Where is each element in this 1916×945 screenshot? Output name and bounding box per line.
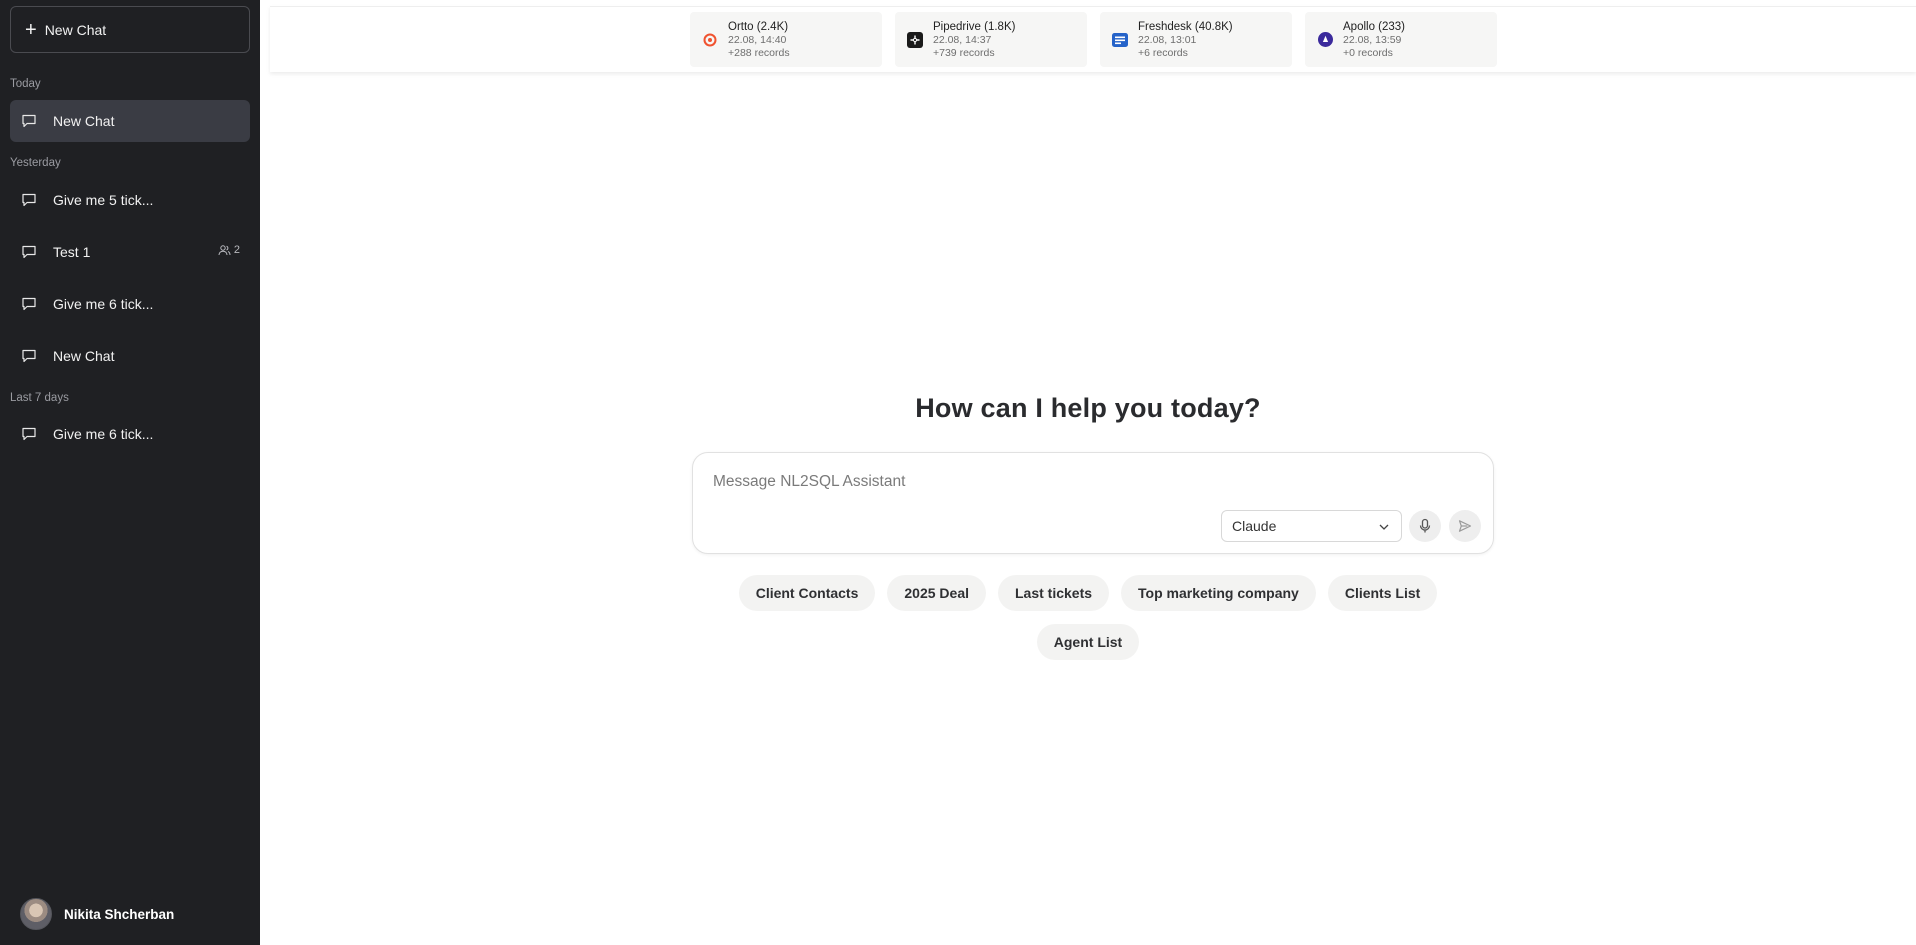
new-chat-button[interactable]: + New Chat xyxy=(10,6,250,53)
chat-item-label: New Chat xyxy=(53,113,115,129)
suggestion-chips-row-2: Agent List xyxy=(260,624,1916,660)
source-card-freshdesk[interactable]: Freshdesk (40.8K) 22.08, 13:01 +6 record… xyxy=(1100,12,1292,67)
chat-item-label: Test 1 xyxy=(53,244,91,260)
shared-users-badge: 2 xyxy=(218,244,240,256)
chat-item-label: Give me 6 tick... xyxy=(53,296,154,312)
send-icon xyxy=(1458,520,1472,532)
suggestion-chips: Client Contacts 2025 Deal Last tickets T… xyxy=(260,575,1916,611)
freshdesk-icon xyxy=(1112,32,1128,48)
chat-item[interactable]: New Chat xyxy=(10,335,250,377)
model-select[interactable]: Claude xyxy=(1221,510,1402,542)
page-title: How can I help you today? xyxy=(915,393,1261,423)
source-records: +0 records xyxy=(1343,46,1393,59)
chat-bubble-icon xyxy=(21,191,39,209)
source-card-ortto[interactable]: Ortto (2.4K) 22.08, 14:40 +288 records xyxy=(690,12,882,67)
chat-bubble-icon xyxy=(21,112,39,130)
chat-bubble-icon xyxy=(21,347,39,365)
ortto-icon xyxy=(702,32,718,48)
source-records: +739 records xyxy=(933,46,995,59)
suggestion-chip[interactable]: Clients List xyxy=(1327,575,1438,611)
chat-item[interactable]: Give me 6 tick... xyxy=(10,413,250,455)
chevron-down-icon xyxy=(1379,524,1389,530)
data-sources-bar: Ortto (2.4K) 22.08, 14:40 +288 records P… xyxy=(270,6,1916,72)
chat-bubble-icon xyxy=(21,243,39,261)
group-label-yesterday: Yesterday xyxy=(10,157,61,169)
chat-item-label: Give me 5 tick... xyxy=(53,192,154,208)
message-input[interactable] xyxy=(713,467,1473,497)
suggestion-chip[interactable]: Client Contacts xyxy=(738,575,876,611)
source-card-apollo[interactable]: Apollo (233) 22.08, 13:59 +0 records xyxy=(1305,12,1497,67)
source-time: 22.08, 13:59 xyxy=(1343,33,1402,46)
send-button[interactable] xyxy=(1449,510,1481,542)
source-name: Ortto (2.4K) xyxy=(728,20,789,33)
source-time: 22.08, 14:37 xyxy=(933,33,992,46)
chat-item-label: Give me 6 tick... xyxy=(53,426,154,442)
plus-icon: + xyxy=(25,18,37,41)
chat-item-label: New Chat xyxy=(53,348,115,364)
suggestion-chip[interactable]: Last tickets xyxy=(998,575,1110,611)
chat-item[interactable]: Give me 5 tick... xyxy=(10,179,250,221)
chat-bubble-icon xyxy=(21,295,39,313)
microphone-button[interactable] xyxy=(1409,510,1441,542)
source-time: 22.08, 14:40 xyxy=(728,33,787,46)
source-time: 22.08, 13:01 xyxy=(1138,33,1197,46)
suggestion-chip[interactable]: 2025 Deal xyxy=(887,575,986,611)
source-records: +6 records xyxy=(1138,46,1188,59)
group-label-today: Today xyxy=(10,78,41,90)
user-profile[interactable]: Nikita Shcherban xyxy=(20,898,174,930)
suggestion-chip[interactable]: Agent List xyxy=(1036,624,1140,660)
shared-count: 2 xyxy=(233,244,240,256)
user-name: Nikita Shcherban xyxy=(64,906,175,922)
microphone-icon xyxy=(1419,518,1431,533)
source-name: Pipedrive (1.8K) xyxy=(933,20,1016,33)
group-label-last7: Last 7 days xyxy=(10,392,69,404)
chat-item[interactable]: Test 1 2 xyxy=(10,231,250,273)
source-name: Apollo (233) xyxy=(1343,20,1406,33)
apollo-icon xyxy=(1317,32,1333,48)
chat-item[interactable]: Give me 6 tick... xyxy=(10,283,250,325)
source-name: Freshdesk (40.8K) xyxy=(1138,20,1233,33)
sidebar: + New Chat Today New Chat Yesterday Give… xyxy=(0,0,260,945)
source-card-pipedrive[interactable]: Pipedrive (1.8K) 22.08, 14:37 +739 recor… xyxy=(895,12,1087,67)
new-chat-label: New Chat xyxy=(44,21,107,38)
model-select-value: Claude xyxy=(1232,518,1277,534)
users-icon xyxy=(218,245,231,256)
chat-item[interactable]: New Chat xyxy=(10,100,250,142)
source-records: +288 records xyxy=(728,46,790,59)
pipedrive-icon xyxy=(907,31,923,48)
message-composer: Claude xyxy=(692,452,1494,554)
chat-bubble-icon xyxy=(21,425,39,443)
suggestion-chip[interactable]: Top marketing company xyxy=(1121,575,1316,611)
avatar xyxy=(20,898,52,930)
